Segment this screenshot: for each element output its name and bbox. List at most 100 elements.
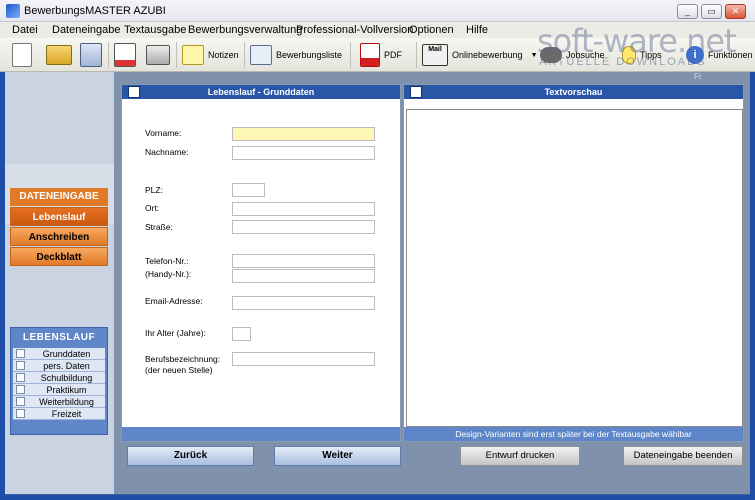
nav-lebenslauf[interactable]: Lebenslauf [10,207,108,226]
notes-icon [182,45,204,65]
form-header-icon [128,86,140,98]
lebenslauf-nav: LEBENSLAUF Grunddaten pers. Daten Schulb… [10,327,108,435]
plz-field[interactable] [232,183,265,197]
beruf-field[interactable] [232,352,375,366]
nachname-field[interactable] [232,146,375,160]
minimize-button[interactable]: _ [677,4,698,19]
preview-area [406,109,743,427]
tipps-label: Tipps [640,50,662,60]
funktionen-button[interactable]: i Funktionen [686,41,753,69]
chevron-down-icon[interactable]: ▼ [531,52,538,59]
handy-field[interactable] [232,269,375,283]
menu-hilfe[interactable]: Hilfe [466,24,488,36]
alter-field[interactable] [232,327,251,341]
save-icon [80,43,102,67]
bewerbungsliste-label: Bewerbungsliste [276,50,343,60]
section-grunddaten[interactable]: Grunddaten [13,348,105,360]
vorname-label: Vorname: [145,128,182,138]
section-checkbox[interactable] [16,349,25,358]
telefon-field[interactable] [232,254,375,268]
section-checkbox[interactable] [16,373,25,382]
window-title: BewerbungsMASTER AZUBI [24,5,166,17]
strasse-field[interactable] [232,220,375,234]
preview-header-label: Textvorschau [544,87,603,97]
form-icon [114,43,136,67]
notizen-button[interactable]: Notizen [182,41,239,69]
new-document-button[interactable] [12,41,32,69]
section-label: Grunddaten [42,348,91,359]
printer-icon [146,45,170,65]
pdf-button[interactable]: PDF [360,41,402,69]
preview-header: Textvorschau [404,85,743,99]
section-checkbox[interactable] [16,397,25,406]
section-checkbox[interactable] [16,409,25,418]
nav-deckblatt[interactable]: Deckblatt [10,247,108,266]
zurueck-button[interactable]: Zurück [127,446,254,466]
section-label: Praktikum [46,384,87,395]
print-button[interactable] [146,41,170,69]
form-header: Lebenslauf - Grunddaten [122,85,400,99]
section-pers-daten[interactable]: pers. Daten [13,360,105,372]
ort-field[interactable] [232,202,375,216]
binoculars-icon [540,47,562,63]
vorname-field[interactable] [232,127,375,141]
right-strip: Fr [690,72,750,84]
section-checkbox[interactable] [16,385,25,394]
menu-optionen[interactable]: Optionen [409,24,454,36]
funktionen-label: Funktionen [708,50,753,60]
section-label: Freizeit [51,408,82,419]
nachname-label: Nachname: [145,147,189,157]
menu-professional[interactable]: Professional-Vollversion [296,24,413,36]
email-field[interactable] [232,296,375,310]
menu-bar: Datei Dateneingabe Textausgabe Bewerbung… [0,22,755,38]
maximize-button[interactable]: ▭ [701,4,722,19]
lebenslauf-header: LEBENSLAUF [22,332,96,343]
section-weiterbildung[interactable]: Weiterbildung [13,396,105,408]
section-label: Weiterbildung [39,396,94,407]
section-label: Schulbildung [40,372,93,383]
list-icon [250,45,272,65]
nav-anschreiben[interactable]: Anschreiben [10,227,108,246]
form-button[interactable] [114,41,136,69]
jobsuche-button[interactable]: Jobsuche [540,41,605,69]
section-schulbildung[interactable]: Schulbildung [13,372,105,384]
new-document-icon [12,43,32,67]
beruf-label: Berufsbezeichnung: [145,354,221,364]
menu-dateneingabe[interactable]: Dateneingabe [52,24,121,36]
entwurf-drucken-button[interactable]: Entwurf drucken [460,446,580,466]
save-button[interactable] [80,41,102,69]
info-icon: i [686,46,704,64]
onlinebewerbung-button[interactable]: Mail Onlinebewerbung ▼ [422,41,538,69]
menu-bewerbungsverwaltung[interactable]: Bewerbungsverwaltung [188,24,302,36]
pdf-label: PDF [384,50,402,60]
dateneingabe-beenden-button[interactable]: Dateneingabe beenden [623,446,743,466]
title-bar: BewerbungsMASTER AZUBI _ ▭ ✕ [0,0,755,22]
section-label: pers. Daten [43,360,90,371]
open-folder-button[interactable] [46,41,72,69]
beruf-label-sub: (der neuen Stelle) [145,365,213,375]
section-checkbox[interactable] [16,361,25,370]
form-header-label: Lebenslauf - Grunddaten [207,87,315,97]
section-praktikum[interactable]: Praktikum [13,384,105,396]
form-footer [122,427,400,441]
dateneingabe-nav: DATENEINGABE Lebenslauf Anschreiben Deck… [10,188,108,266]
app-icon [6,4,20,18]
handy-label: (Handy-Nr.): [145,269,192,279]
mail-icon: Mail [422,44,448,66]
strasse-label: Straße: [145,222,173,232]
close-button[interactable]: ✕ [725,4,746,19]
preview-footer: Design-Varianten sind erst später bei de… [404,427,743,441]
bewerbungsliste-button[interactable]: Bewerbungsliste [250,41,342,69]
plz-label: PLZ: [145,185,163,195]
email-label: Email-Adresse: [145,296,203,306]
jobsuche-label: Jobsuche [566,50,605,60]
weiter-button[interactable]: Weiter [274,446,401,466]
alter-label: Ihr Alter (Jahre): [145,328,206,338]
right-strip-label: Fr [694,72,702,81]
tipps-button[interactable]: Tipps [622,41,662,69]
toolbar: Notizen Bewerbungsliste PDF Mail Onlineb… [0,38,755,72]
section-freizeit[interactable]: Freizeit [13,408,105,420]
menu-datei[interactable]: Datei [12,24,38,36]
menu-textausgabe[interactable]: Textausgabe [124,24,186,36]
preview-header-icon [410,86,422,98]
